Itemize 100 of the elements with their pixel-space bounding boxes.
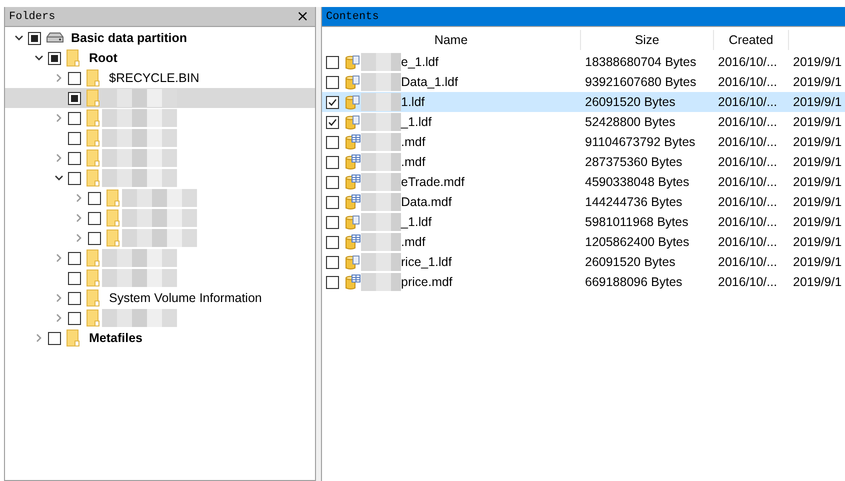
- tree-label: System Volume Information: [109, 291, 262, 305]
- file-name: _1.ldf: [401, 115, 432, 129]
- row-checkbox[interactable]: [326, 116, 339, 128]
- tree-checkbox[interactable]: [68, 252, 81, 264]
- tree-checkbox[interactable]: [28, 32, 41, 44]
- folder-icon: [86, 249, 102, 267]
- name-cell[interactable]: 1.ldf: [322, 92, 581, 112]
- folder-icon: [86, 169, 102, 187]
- database-file-icon: [345, 254, 361, 270]
- redaction-blur: [361, 213, 401, 231]
- tree-label: Metafiles: [89, 331, 142, 345]
- tree-item[interactable]: Root: [5, 48, 315, 68]
- row-checkbox[interactable]: [326, 176, 339, 188]
- file-name: rice_1.ldf: [401, 255, 452, 269]
- database-table-icon: [345, 194, 361, 210]
- database-file-icon: [345, 74, 361, 90]
- redaction-blur: [361, 173, 401, 191]
- tree-item[interactable]: $RECYCLE.BIN: [5, 68, 315, 88]
- folder-icon: [106, 229, 122, 247]
- tree-checkbox[interactable]: [68, 292, 81, 304]
- tree-label: $RECYCLE.BIN: [109, 71, 200, 85]
- expand-chevron-icon[interactable]: [54, 113, 64, 123]
- row-checkbox[interactable]: [326, 236, 339, 248]
- file-name: .mdf: [401, 135, 426, 149]
- folder-icon: [86, 309, 102, 327]
- row-checkbox[interactable]: [326, 156, 339, 168]
- created-cell: 2016/10/...: [714, 92, 789, 112]
- expand-chevron-icon[interactable]: [54, 153, 64, 163]
- database-table-icon: [345, 134, 361, 150]
- file-name: e_1.ldf: [401, 55, 439, 69]
- database-file-icon: [345, 214, 361, 230]
- file-name: price.mdf: [401, 275, 452, 289]
- row-checkbox[interactable]: [326, 276, 339, 288]
- panel-title: Folders: [9, 10, 56, 22]
- expand-chevron-icon[interactable]: [54, 293, 64, 303]
- folder-icon: [106, 189, 122, 207]
- collapse-chevron-icon[interactable]: [54, 173, 64, 183]
- database-table-icon: [345, 154, 361, 170]
- tree-item[interactable]: Basic data partition: [5, 28, 315, 48]
- tree-checkbox[interactable]: [88, 232, 101, 244]
- folder-icon: [66, 329, 82, 347]
- tree-checkbox[interactable]: [88, 192, 101, 204]
- file-name: .mdf: [401, 155, 426, 169]
- size-cell: 26091520 Bytes: [581, 92, 714, 112]
- tree-checkbox[interactable]: [68, 92, 81, 104]
- folder-icon: [106, 209, 122, 227]
- row-checkbox[interactable]: [326, 136, 339, 148]
- tree-checkbox[interactable]: [68, 72, 81, 84]
- row-checkbox[interactable]: [326, 216, 339, 228]
- redaction-blur: [361, 53, 401, 71]
- file-name: _1.ldf: [401, 215, 432, 229]
- folder-icon: [86, 89, 102, 107]
- folder-icon: [86, 269, 102, 287]
- database-file-icon: [345, 94, 361, 110]
- close-button[interactable]: ×: [294, 9, 311, 24]
- expand-chevron-icon[interactable]: [74, 213, 84, 223]
- redaction-blur: [361, 153, 401, 171]
- column-header[interactable]: Size: [581, 30, 714, 50]
- tree-checkbox[interactable]: [48, 52, 61, 64]
- tree-checkbox[interactable]: [68, 132, 81, 144]
- row-checkbox[interactable]: [326, 256, 339, 268]
- expand-chevron-icon[interactable]: [74, 193, 84, 203]
- expand-chevron-icon[interactable]: [54, 253, 64, 263]
- expand-chevron-icon[interactable]: [54, 313, 64, 323]
- database-file-icon: [345, 114, 361, 130]
- redaction-blur: [361, 193, 401, 211]
- row-checkbox[interactable]: [326, 56, 339, 68]
- redaction-blur: [361, 253, 401, 271]
- file-name: eTrade.mdf: [401, 175, 464, 189]
- expand-chevron-icon[interactable]: [74, 233, 84, 243]
- row-checkbox[interactable]: [326, 76, 339, 88]
- file-name: Data.mdf: [401, 195, 452, 209]
- folder-icon: [66, 49, 82, 67]
- tree-checkbox[interactable]: [48, 332, 61, 344]
- folder-icon: [86, 69, 102, 87]
- file-name: Data_1.ldf: [401, 75, 458, 89]
- folder-icon: [86, 289, 102, 307]
- row-checkbox[interactable]: [326, 96, 339, 108]
- tree-label: Basic data partition: [71, 31, 187, 45]
- tree-checkbox[interactable]: [68, 272, 81, 284]
- redaction-blur: [361, 273, 401, 291]
- expand-chevron-icon[interactable]: [54, 73, 64, 83]
- redaction-blur: [361, 133, 401, 151]
- tree-item[interactable]: Metafiles: [5, 328, 315, 348]
- row-checkbox[interactable]: [326, 196, 339, 208]
- tree-checkbox[interactable]: [68, 312, 81, 324]
- expand-chevron-icon[interactable]: [34, 333, 44, 343]
- file-name: 1.ldf: [401, 95, 425, 109]
- tree-checkbox[interactable]: [68, 112, 81, 124]
- column-header[interactable]: Created: [714, 30, 789, 50]
- collapse-chevron-icon[interactable]: [34, 53, 44, 63]
- tree-item[interactable]: System Volume Information: [5, 288, 315, 308]
- drive-icon: [46, 32, 64, 44]
- tree-checkbox[interactable]: [88, 212, 101, 224]
- tree-checkbox[interactable]: [68, 172, 81, 184]
- tree-label: Root: [89, 51, 118, 65]
- column-header[interactable]: Name: [322, 30, 581, 50]
- tree-checkbox[interactable]: [68, 152, 81, 164]
- table-cell: 2019/9/1: [789, 92, 845, 112]
- collapse-chevron-icon[interactable]: [14, 33, 24, 43]
